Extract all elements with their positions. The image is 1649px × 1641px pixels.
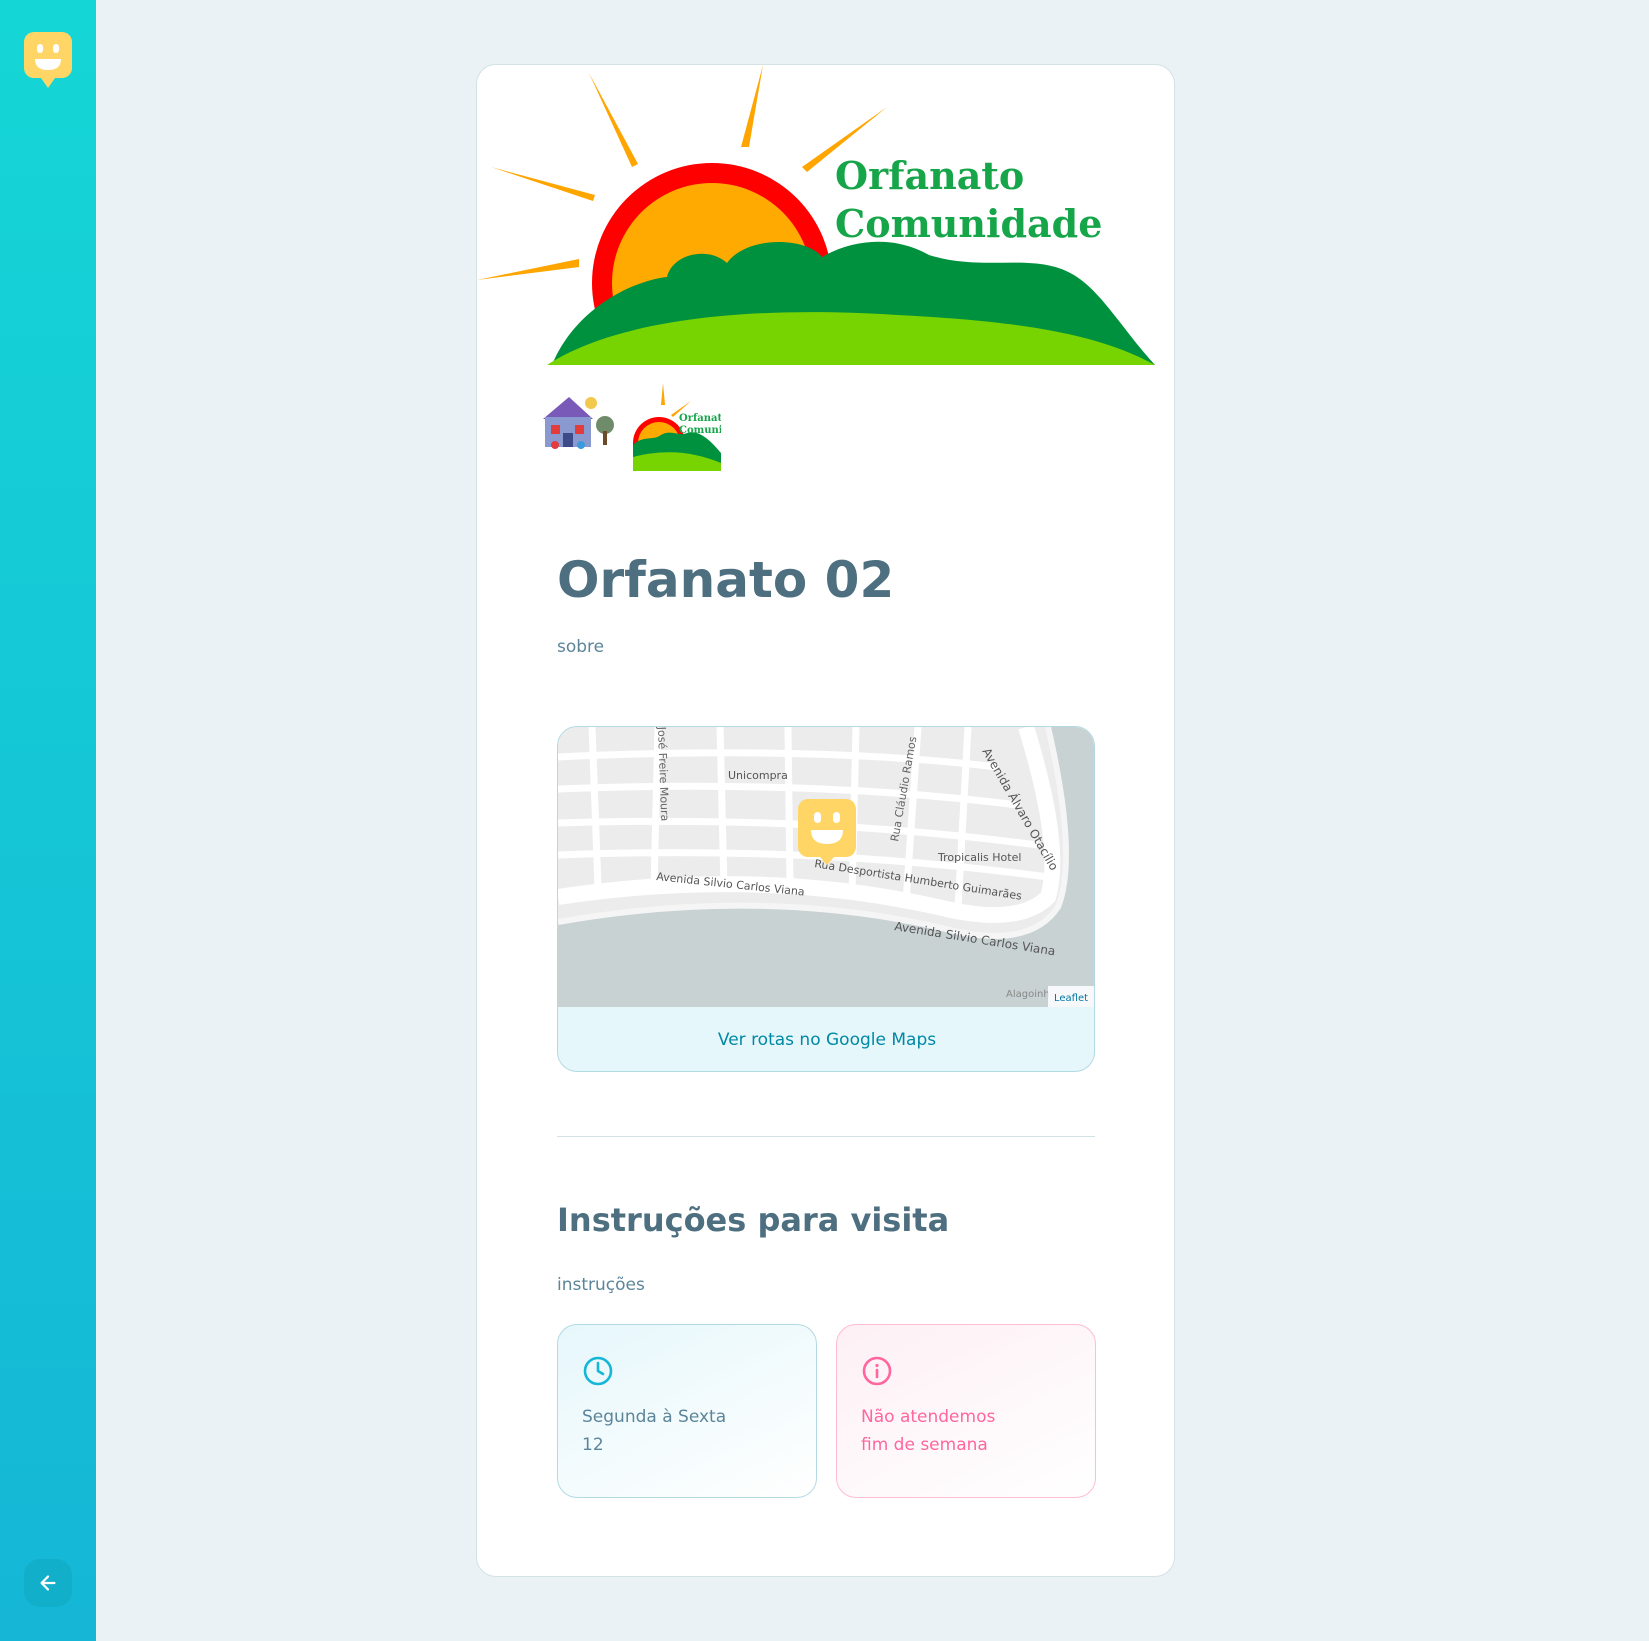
- map[interactable]: José Freire Moura Unicompra Rua Cláudio …: [558, 727, 1095, 1007]
- hero-logo-line2: Comunidade: [835, 201, 1102, 246]
- info-icon: [862, 1356, 892, 1386]
- instructions-text: instruções: [557, 1275, 645, 1295]
- thumbnail-house[interactable]: [529, 383, 617, 471]
- opening-days: Segunda à Sexta: [582, 1407, 727, 1427]
- clock-icon: [583, 1356, 613, 1386]
- hero-image: Orfanato Comunidade: [477, 65, 1155, 365]
- hero-logo-line1: Orfanato: [835, 153, 1024, 198]
- google-maps-link[interactable]: Ver rotas no Google Maps: [558, 1007, 1094, 1071]
- thumbnail-logo[interactable]: Orfanat Comuni: [633, 383, 723, 471]
- image-thumbnails: Orfanat Comuni: [529, 383, 723, 471]
- orphanage-logo-thumbnail: Orfanat Comuni: [633, 383, 723, 471]
- map-label-place: Alagoinh: [1006, 989, 1050, 1000]
- orphanage-about: sobre: [557, 637, 605, 657]
- house-drawing-image: [543, 397, 614, 449]
- orphanage-name: Orfanato 02: [557, 551, 895, 609]
- map-label-poi2: Tropicalis Hotel: [937, 851, 1021, 864]
- weekend-line1: Não atendemos: [861, 1407, 996, 1427]
- arrow-left-icon: [40, 1575, 56, 1591]
- thumbnail-text1: Orfanat: [679, 413, 721, 424]
- section-divider: [557, 1136, 1095, 1137]
- sidebar: [0, 0, 96, 1641]
- instructions-heading: Instruções para visita: [557, 1201, 950, 1239]
- opening-hours: 12: [582, 1435, 604, 1455]
- thumbnail-text2: Comuni: [679, 425, 721, 436]
- happy-logo-icon[interactable]: [24, 32, 72, 89]
- opening-hours-card: Segunda à Sexta 12: [557, 1324, 817, 1498]
- weekend-card: Não atendemos fim de semana: [836, 1324, 1096, 1498]
- leaflet-attribution-link[interactable]: Leaflet: [1054, 993, 1088, 1004]
- map-container: José Freire Moura Unicompra Rua Cláudio …: [557, 726, 1095, 1072]
- back-button[interactable]: [24, 1559, 72, 1607]
- map-label-poi1: Unicompra: [728, 769, 788, 782]
- weekend-line2: fim de semana: [861, 1435, 988, 1455]
- map-marker-icon[interactable]: [798, 799, 856, 865]
- orphanage-details-card: Orfanato Comunidade Orfanat Comuni Orfan…: [476, 64, 1175, 1577]
